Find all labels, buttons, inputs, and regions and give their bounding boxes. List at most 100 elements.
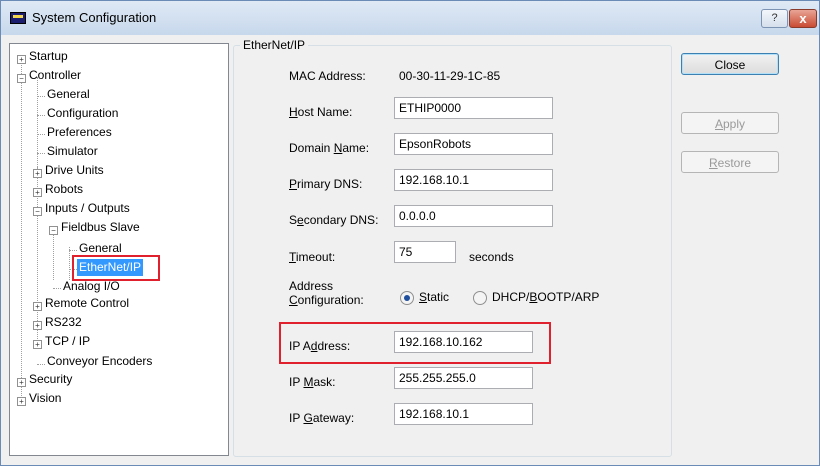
settings-tree[interactable]: + Startup − Controller General Configura… <box>9 43 229 456</box>
tree-item-inputs-outputs[interactable]: Inputs / Outputs <box>45 200 130 217</box>
label-text: condary DNS: <box>303 213 379 227</box>
title-bar[interactable]: System Configuration ? x <box>1 1 819 35</box>
label-text: imeout: <box>295 250 336 264</box>
tree-item-security[interactable]: Security <box>29 371 72 388</box>
tree-item-tcp-ip[interactable]: TCP / IP <box>45 333 90 350</box>
label-text: onfiguration: <box>297 293 364 307</box>
help-button[interactable]: ? <box>761 9 788 28</box>
expand-icon[interactable]: + <box>33 188 42 197</box>
tree-item-vision[interactable]: Vision <box>29 390 61 407</box>
label-mnemonic: G <box>303 411 313 425</box>
label-text: ost Name: <box>297 105 353 119</box>
label-mnemonic: M <box>303 375 314 389</box>
tree-line <box>37 96 45 97</box>
tree-item-drive-units[interactable]: Drive Units <box>45 162 104 179</box>
tree-item-analog-io[interactable]: Analog I/O <box>63 278 120 295</box>
tree-line <box>37 134 45 135</box>
label-text: pply <box>723 117 746 131</box>
tree-item-simulator[interactable]: Simulator <box>47 143 98 160</box>
label-text: ame: <box>342 141 370 155</box>
label-mnemonic: R <box>708 156 718 170</box>
restore-button[interactable]: Restore <box>681 151 779 173</box>
tree-line <box>21 56 22 404</box>
tree-item-preferences[interactable]: Preferences <box>47 124 112 141</box>
label-text: tatic <box>427 290 450 304</box>
collapse-icon[interactable]: − <box>17 74 26 83</box>
label-mnemonic: H <box>289 105 298 119</box>
domain-name-label: Domain Name: <box>289 141 369 155</box>
mac-address-value: 00-30-11-29-1C-85 <box>399 69 501 83</box>
host-name-input[interactable]: ETHIP0000 <box>394 97 553 119</box>
static-label[interactable]: Static <box>419 290 449 304</box>
secondary-dns-label: Secondary DNS: <box>289 213 378 227</box>
window-title: System Configuration <box>32 10 157 25</box>
ip-gateway-label: IP Gateway: <box>289 411 354 425</box>
tree-line <box>37 153 45 154</box>
dialog-body: + Startup − Controller General Configura… <box>7 35 814 461</box>
group-title: EtherNet/IP <box>240 38 309 52</box>
tree-item-startup[interactable]: Startup <box>29 48 68 65</box>
tree-item-general[interactable]: General <box>47 86 90 103</box>
ip-address-input[interactable]: 192.168.10.162 <box>394 331 533 353</box>
expand-icon[interactable]: + <box>33 340 42 349</box>
domain-name-input[interactable]: EpsonRobots <box>394 133 553 155</box>
label-text: IP <box>289 411 304 425</box>
tree-line <box>37 115 45 116</box>
close-button[interactable]: Close <box>681 53 779 75</box>
primary-dns-input[interactable]: 192.168.10.1 <box>394 169 553 191</box>
label-mnemonic: C <box>289 293 298 307</box>
app-icon <box>10 12 26 24</box>
static-radio[interactable] <box>400 291 414 305</box>
apply-button[interactable]: Apply <box>681 112 779 134</box>
tree-line <box>53 228 54 280</box>
label-text: DHCP/ <box>492 290 530 304</box>
host-name-label: Host Name: <box>289 105 352 119</box>
address-configuration-label: Address Configuration: <box>289 279 364 307</box>
label-mnemonic: P <box>289 177 298 191</box>
label-text: S <box>289 213 298 227</box>
label-mnemonic: T <box>289 250 296 264</box>
collapse-icon[interactable]: − <box>33 207 42 216</box>
tree-item-robots[interactable]: Robots <box>45 181 83 198</box>
expand-icon[interactable]: + <box>33 321 42 330</box>
system-configuration-window: System Configuration ? x + Startup − Con… <box>0 0 820 466</box>
label-text: estore <box>717 156 752 170</box>
tree-line <box>69 247 70 280</box>
ip-mask-input[interactable]: 255.255.255.0 <box>394 367 533 389</box>
tree-item-controller[interactable]: Controller <box>29 67 81 84</box>
label-text: IP <box>289 375 304 389</box>
label-mnemonic: A <box>714 117 723 131</box>
expand-icon[interactable]: + <box>17 55 26 64</box>
label-text: dress: <box>317 339 351 353</box>
ip-address-label: IP Address: <box>289 339 350 353</box>
expand-icon[interactable]: + <box>33 169 42 178</box>
ip-mask-label: IP Mask: <box>289 375 335 389</box>
tree-line <box>69 250 77 251</box>
label-text: rimary DNS: <box>297 177 363 191</box>
expand-icon[interactable]: + <box>17 378 26 387</box>
tree-item-remote-control[interactable]: Remote Control <box>45 295 129 312</box>
dhcp-label[interactable]: DHCP/BOOTP/ARP <box>492 290 599 304</box>
timeout-label: Timeout: <box>289 250 335 264</box>
tree-item-fieldbus-slave[interactable]: Fieldbus Slave <box>61 219 140 236</box>
close-window-button[interactable]: x <box>789 9 817 28</box>
expand-icon[interactable]: + <box>33 302 42 311</box>
timeout-input[interactable]: 75 <box>394 241 456 263</box>
primary-dns-label: Primary DNS: <box>289 177 362 191</box>
tree-line <box>53 288 61 289</box>
label-mnemonic: S <box>419 290 428 304</box>
tree-item-configuration[interactable]: Configuration <box>47 105 118 122</box>
timeout-unit: seconds <box>469 250 514 264</box>
label-text: Address <box>289 279 334 293</box>
dhcp-radio[interactable] <box>473 291 487 305</box>
tree-item-conveyor-encoders[interactable]: Conveyor Encoders <box>47 353 152 370</box>
ip-gateway-input[interactable]: 192.168.10.1 <box>394 403 533 425</box>
secondary-dns-input[interactable]: 0.0.0.0 <box>394 205 553 227</box>
label-text: ask: <box>313 375 336 389</box>
mac-address-label: MAC Address: <box>289 69 366 83</box>
label-text: ateway: <box>312 411 355 425</box>
tree-line <box>37 364 45 365</box>
expand-icon[interactable]: + <box>17 397 26 406</box>
collapse-icon[interactable]: − <box>49 226 58 235</box>
tree-item-rs232[interactable]: RS232 <box>45 314 82 331</box>
